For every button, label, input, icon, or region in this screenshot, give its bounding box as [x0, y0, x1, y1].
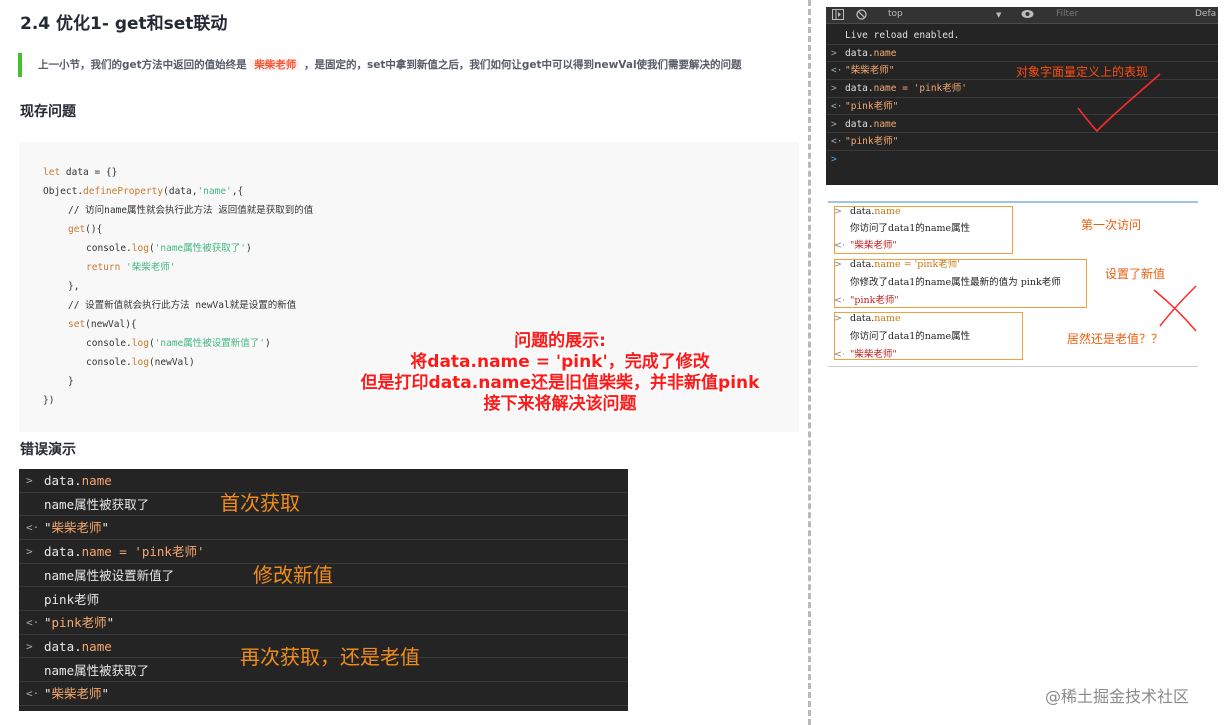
checkmark-icon: [1077, 73, 1161, 133]
watermark: @稀土掘金技术社区: [1045, 687, 1190, 706]
cross-mark-icon: [1159, 285, 1197, 327]
hand-drawn-marks: [1077, 73, 1197, 332]
